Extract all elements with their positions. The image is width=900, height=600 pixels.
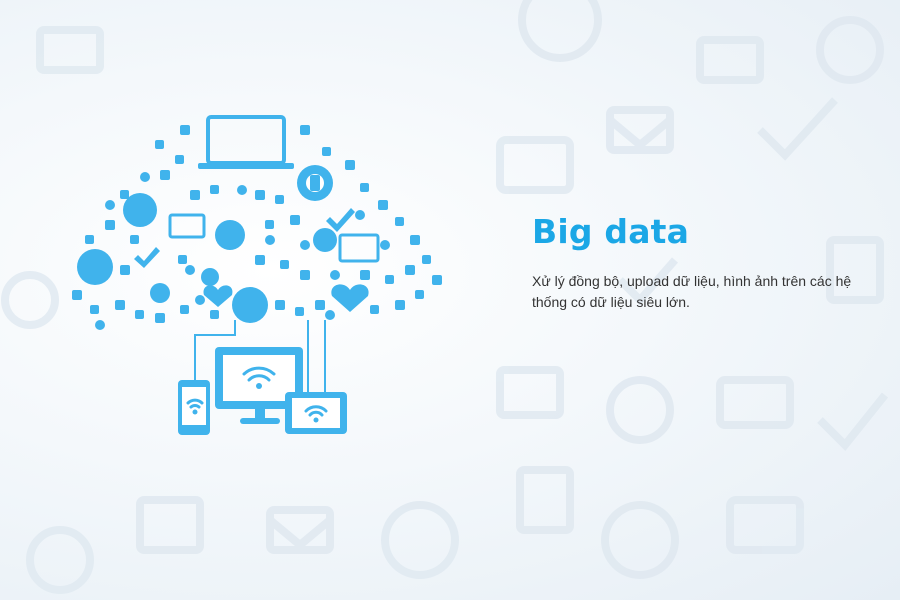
hero-text: Big data Xử lý đồng bộ, upload dữ liệu, …: [532, 212, 872, 313]
hero-description: Xử lý đồng bộ, upload dữ liệu, hình ảnh …: [532, 273, 852, 310]
page-title: Big data: [532, 212, 690, 251]
cloud-network-icon: [72, 115, 442, 435]
